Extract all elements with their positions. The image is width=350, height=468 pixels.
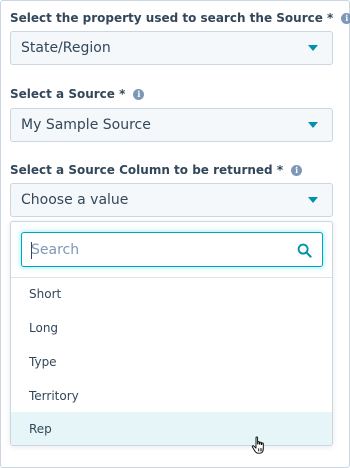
search-input[interactable] xyxy=(22,233,322,266)
dropdown-search[interactable] xyxy=(21,232,323,267)
option-territory[interactable]: Territory xyxy=(11,379,332,413)
info-icon[interactable]: i xyxy=(291,164,303,176)
option-label: Short xyxy=(29,287,62,301)
caret-down-icon xyxy=(308,45,318,51)
source-field-label: Select a Source * i xyxy=(10,87,145,101)
property-field-label-text: Select the property used to search the S… xyxy=(10,11,334,25)
caret-down-icon xyxy=(308,122,318,128)
search-icon[interactable] xyxy=(297,243,312,258)
source-select-value: My Sample Source xyxy=(21,117,151,133)
property-select-value: State/Region xyxy=(21,40,111,56)
property-select[interactable]: State/Region xyxy=(10,31,333,65)
source-column-dropdown: Short Long Type Territory Rep xyxy=(10,221,333,446)
option-label: Rep xyxy=(29,422,52,436)
caret-down-icon xyxy=(308,197,318,203)
text-cursor xyxy=(31,242,32,259)
info-icon[interactable]: i xyxy=(133,88,145,100)
source-field-label-text: Select a Source * xyxy=(10,87,126,101)
option-rep[interactable]: Rep xyxy=(11,412,332,445)
hand-pointer-icon xyxy=(251,436,264,454)
info-icon[interactable]: i xyxy=(341,12,350,24)
source-column-select-value: Choose a value xyxy=(21,192,129,208)
option-type[interactable]: Type xyxy=(11,345,332,379)
source-column-field-label-text: Select a Source Column to be returned * xyxy=(10,163,284,177)
source-column-select[interactable]: Choose a value xyxy=(10,183,333,217)
source-select[interactable]: My Sample Source xyxy=(10,108,333,142)
option-short[interactable]: Short xyxy=(11,277,332,311)
option-label: Territory xyxy=(29,389,79,403)
option-label: Long xyxy=(29,321,59,335)
source-column-field-label: Select a Source Column to be returned * … xyxy=(10,163,303,177)
option-label: Type xyxy=(29,355,57,369)
property-field-label: Select the property used to search the S… xyxy=(10,11,350,25)
option-long[interactable]: Long xyxy=(11,311,332,345)
